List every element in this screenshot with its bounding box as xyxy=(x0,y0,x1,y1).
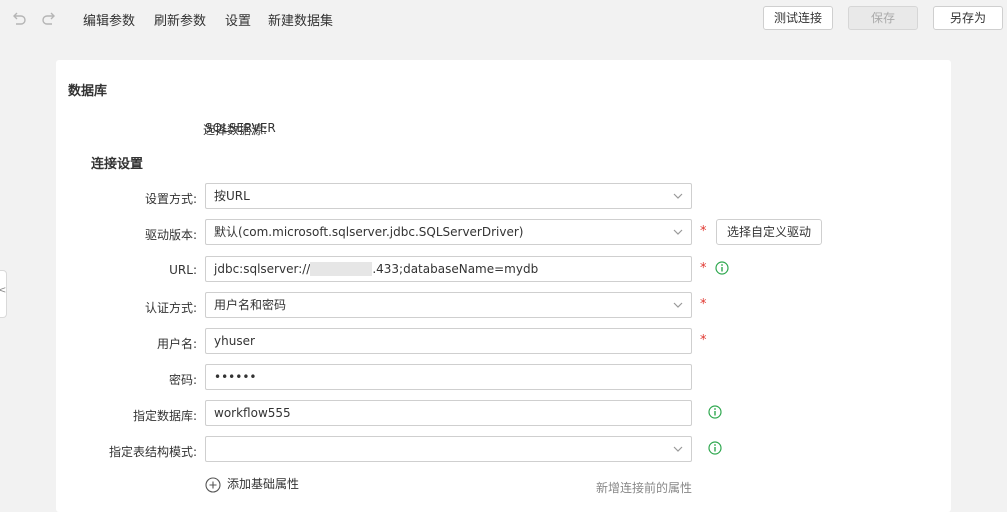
auth-select-value: 用户名和密码 xyxy=(214,298,287,312)
username-value: yhuser xyxy=(214,334,255,348)
add-basic-property-button[interactable]: 添加基础属性 xyxy=(205,475,299,493)
save-as-button[interactable]: 另存为 xyxy=(933,6,1003,30)
datasource-value: SQLSERVER xyxy=(205,121,276,135)
required-marker: * xyxy=(700,297,707,312)
username-label: 用户名: xyxy=(156,337,197,351)
url-prefix: jdbc:sqlserver:// xyxy=(214,262,311,276)
chevron-down-icon xyxy=(673,229,683,235)
info-icon[interactable] xyxy=(708,441,722,455)
save-button[interactable]: 保存 xyxy=(848,6,918,30)
database-name-input[interactable]: workflow555 xyxy=(205,400,692,426)
password-label: 密码: xyxy=(168,373,197,387)
add-basic-property-label: 添加基础属性 xyxy=(227,477,300,491)
menu-refresh-params[interactable]: 刷新参数 xyxy=(154,10,206,29)
database-name-value: workflow555 xyxy=(214,406,291,420)
schema-select[interactable] xyxy=(205,436,692,462)
section-title-database: 数据库 xyxy=(68,84,108,99)
chevron-down-icon xyxy=(673,193,683,199)
menu-new-dataset[interactable]: 新建数据集 xyxy=(268,10,333,29)
toolbar: 编辑参数 刷新参数 设置 新建数据集 测试连接 保存 另存为 xyxy=(0,0,1007,38)
username-input[interactable]: yhuser xyxy=(205,328,692,354)
driver-select-value: 默认(com.microsoft.sqlserver.jdbc.SQLServe… xyxy=(214,225,524,239)
auth-select[interactable]: 用户名和密码 xyxy=(205,292,692,318)
chevron-left-icon: < xyxy=(0,285,7,296)
redacted-host xyxy=(310,261,373,276)
menu-settings[interactable]: 设置 xyxy=(225,10,251,29)
url-label: URL: xyxy=(169,263,197,277)
info-icon[interactable] xyxy=(708,405,722,419)
auth-label: 认证方式: xyxy=(144,301,197,315)
password-input[interactable]: •••••• xyxy=(205,364,692,390)
redo-icon[interactable] xyxy=(40,9,58,27)
required-marker: * xyxy=(700,261,707,276)
test-connection-button[interactable]: 测试连接 xyxy=(763,6,833,30)
driver-label: 驱动版本: xyxy=(144,228,197,242)
info-icon[interactable] xyxy=(715,261,729,275)
password-value: •••••• xyxy=(214,370,257,384)
chevron-down-icon xyxy=(673,302,683,308)
url-input[interactable]: jdbc:sqlserver:// .433;databaseName=mydb xyxy=(205,256,692,282)
required-marker: * xyxy=(700,224,707,239)
mode-label: 设置方式: xyxy=(144,192,197,206)
pre-connect-properties-hint: 新增连接前的属性 xyxy=(596,481,693,495)
required-marker: * xyxy=(700,333,707,348)
add-circle-icon xyxy=(205,476,221,493)
menu-edit-params[interactable]: 编辑参数 xyxy=(83,10,135,29)
mode-select[interactable]: 按URL xyxy=(205,183,692,209)
section-title-connection: 连接设置 xyxy=(91,157,144,172)
url-suffix: .433;databaseName=mydb xyxy=(372,262,539,276)
mode-select-value: 按URL xyxy=(214,189,250,203)
choose-custom-driver-button[interactable]: 选择自定义驱动 xyxy=(716,219,822,245)
schema-label: 指定表结构模式: xyxy=(108,445,197,459)
driver-select[interactable]: 默认(com.microsoft.sqlserver.jdbc.SQLServe… xyxy=(205,219,692,245)
database-name-label: 指定数据库: xyxy=(132,409,197,423)
undo-icon[interactable] xyxy=(10,9,28,27)
chevron-down-icon xyxy=(673,446,683,452)
